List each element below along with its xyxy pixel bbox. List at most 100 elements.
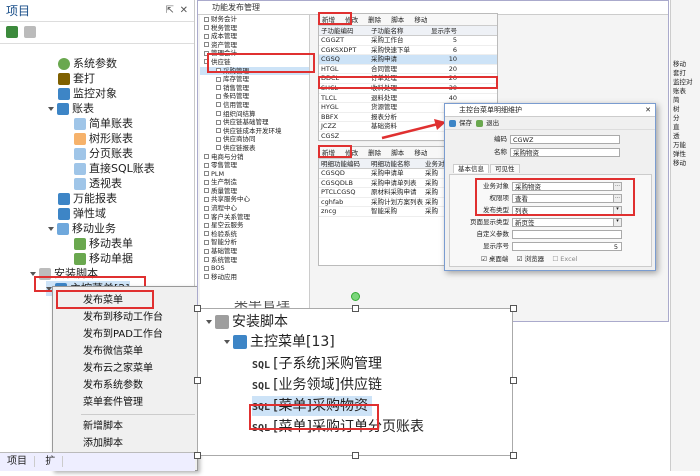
expand-icon[interactable] bbox=[216, 111, 221, 117]
tree-item[interactable]: SQL [子系统]采购管理 bbox=[252, 354, 382, 374]
resize-handle[interactable] bbox=[510, 452, 517, 459]
function-tree-item[interactable]: 系统管理 bbox=[200, 256, 309, 265]
function-tree-item[interactable]: 智能分析 bbox=[200, 238, 309, 247]
expand-icon[interactable] bbox=[216, 76, 221, 82]
right-tree-item[interactable]: 万能 bbox=[671, 141, 700, 150]
delete-button[interactable]: 删除 bbox=[368, 16, 381, 24]
expand-icon[interactable] bbox=[204, 33, 209, 39]
function-tree-item[interactable]: 电商与分销 bbox=[200, 153, 309, 162]
tree-item[interactable]: 监控对象 bbox=[58, 86, 117, 101]
resize-handle[interactable] bbox=[194, 305, 201, 312]
script-button[interactable]: 脚本 bbox=[391, 149, 404, 157]
function-tree-item[interactable]: 信用管理 bbox=[200, 101, 309, 110]
resize-handle[interactable] bbox=[510, 305, 517, 312]
right-tree-item[interactable]: 移动 bbox=[671, 159, 700, 168]
tree-item[interactable]: 简单账表 bbox=[74, 116, 133, 131]
function-tree-item[interactable]: 税务管理 bbox=[200, 24, 309, 33]
expand-icon[interactable] bbox=[204, 231, 209, 237]
function-tree-item[interactable]: 组织间结算 bbox=[200, 110, 309, 119]
move-button[interactable]: 移动 bbox=[414, 149, 427, 157]
name-field[interactable]: 采购物资 bbox=[510, 148, 620, 157]
right-tree-item[interactable]: 透 bbox=[671, 132, 700, 141]
close-icon[interactable]: ✕ bbox=[645, 104, 651, 117]
tree-item[interactable]: 移动单据 bbox=[74, 251, 133, 266]
function-tree-item[interactable]: PLM bbox=[200, 170, 309, 179]
save-button[interactable]: 保存 bbox=[459, 119, 472, 127]
right-tree-item[interactable]: 监控对 bbox=[671, 78, 700, 87]
tree-item[interactable]: 弹性域 bbox=[58, 206, 106, 221]
right-tree-item[interactable]: 账表 bbox=[671, 87, 700, 96]
function-tree-item[interactable]: 成本管理 bbox=[200, 32, 309, 41]
expand-icon[interactable] bbox=[204, 154, 209, 159]
pin-icon[interactable]: ⇱ bbox=[166, 0, 174, 22]
excel-checkbox[interactable]: ☐ Excel bbox=[552, 255, 577, 263]
function-tree-item[interactable]: 供应商协同 bbox=[200, 135, 309, 144]
expand-icon[interactable] bbox=[204, 205, 209, 211]
move-button[interactable]: 移动 bbox=[414, 16, 427, 24]
display-order-field[interactable]: 5 bbox=[512, 242, 622, 251]
tree-item[interactable]: 分页账表 bbox=[74, 146, 133, 161]
expand-icon[interactable] bbox=[216, 85, 221, 91]
tab-project[interactable]: 项目 bbox=[0, 456, 35, 467]
tree-item[interactable]: 透视表 bbox=[74, 176, 122, 191]
function-tree-item[interactable]: 客户关系管理 bbox=[200, 213, 309, 222]
tree-item[interactable]: 移动业务 bbox=[48, 221, 116, 236]
resize-handle[interactable] bbox=[352, 305, 359, 312]
expand-icon[interactable] bbox=[204, 257, 209, 263]
expand-icon[interactable] bbox=[204, 196, 209, 202]
right-tree-item[interactable]: 树 bbox=[671, 105, 700, 114]
function-tree-item[interactable]: BOS bbox=[200, 264, 309, 273]
resize-handle[interactable] bbox=[510, 377, 517, 384]
expand-icon[interactable] bbox=[206, 320, 212, 324]
function-tree-item[interactable]: 生产制造 bbox=[200, 178, 309, 187]
menu-item-publish-pad[interactable]: 发布到PAD工作台 bbox=[53, 326, 197, 343]
expand-icon[interactable] bbox=[216, 136, 221, 142]
menu-item-add-script[interactable]: 添加脚本 bbox=[53, 435, 197, 452]
function-tree-item[interactable]: 财务会计 bbox=[200, 15, 309, 24]
function-tree-item[interactable]: 条码管理 bbox=[200, 92, 309, 101]
right-tree-item[interactable]: 套打 bbox=[671, 69, 700, 78]
expand-icon[interactable] bbox=[216, 93, 221, 99]
script-button[interactable]: 脚本 bbox=[391, 16, 404, 24]
expand-icon[interactable] bbox=[204, 248, 209, 254]
tab-visibility[interactable]: 可见性 bbox=[490, 164, 520, 173]
menu-item-publish-yzj[interactable]: 发布云之家菜单 bbox=[53, 360, 197, 377]
tree-item[interactable]: 树形账表 bbox=[74, 131, 133, 146]
expand-icon[interactable] bbox=[204, 25, 209, 31]
menu-item-new-script[interactable]: 新增脚本 bbox=[53, 418, 197, 435]
tree-item[interactable]: 安装脚本 bbox=[206, 312, 288, 332]
tab-extension[interactable]: 扩 bbox=[38, 456, 64, 467]
right-tree-item[interactable]: 直 bbox=[671, 123, 700, 132]
right-tree-item[interactable]: 简 bbox=[671, 96, 700, 105]
menu-item-publish-wechat[interactable]: 发布微信菜单 bbox=[53, 343, 197, 360]
expand-icon[interactable] bbox=[204, 171, 209, 177]
tree-item[interactable]: 账表 bbox=[48, 101, 94, 116]
function-tree-item[interactable]: 销售管理 bbox=[200, 84, 309, 93]
tab-basic-info[interactable]: 基本信息 bbox=[453, 164, 489, 173]
function-tree-item[interactable]: 供应链报表 bbox=[200, 144, 309, 153]
tree-item[interactable]: 万能报表 bbox=[58, 191, 117, 206]
expand-icon[interactable] bbox=[204, 265, 209, 271]
table-row[interactable]: TLCL 退料处理 40 bbox=[319, 94, 497, 104]
resize-handle[interactable] bbox=[194, 377, 201, 384]
refresh-icon[interactable] bbox=[6, 26, 18, 38]
expand-icon[interactable] bbox=[204, 188, 209, 194]
menu-item-publish-params[interactable]: 发布系统参数 bbox=[53, 377, 197, 394]
table-row[interactable]: CGGZT 采购工作台 5 bbox=[319, 36, 497, 46]
expand-icon[interactable] bbox=[216, 102, 221, 108]
tree-item[interactable]: 套打 bbox=[58, 71, 95, 86]
table-row[interactable]: CGSQ 采购申请 10 bbox=[319, 55, 497, 65]
close-icon[interactable]: ✕ bbox=[180, 0, 188, 22]
menu-item-suite-manage[interactable]: 菜单套件管理 bbox=[53, 394, 197, 411]
function-tree-item[interactable]: 供应链基础管理 bbox=[200, 118, 309, 127]
expand-icon[interactable] bbox=[224, 340, 230, 344]
tree-item[interactable]: SQL [业务领域]供应链 bbox=[252, 375, 382, 395]
table-row[interactable]: HTGL 合同管理 20 bbox=[319, 65, 497, 75]
resize-handle[interactable] bbox=[194, 452, 201, 459]
expand-icon[interactable] bbox=[204, 179, 209, 185]
right-tree-item[interactable]: 弹性 bbox=[671, 150, 700, 159]
expand-icon[interactable] bbox=[204, 222, 209, 228]
expand-icon[interactable] bbox=[204, 239, 209, 245]
expand-icon[interactable] bbox=[48, 107, 54, 111]
function-tree-item[interactable]: 库存管理 bbox=[200, 75, 309, 84]
